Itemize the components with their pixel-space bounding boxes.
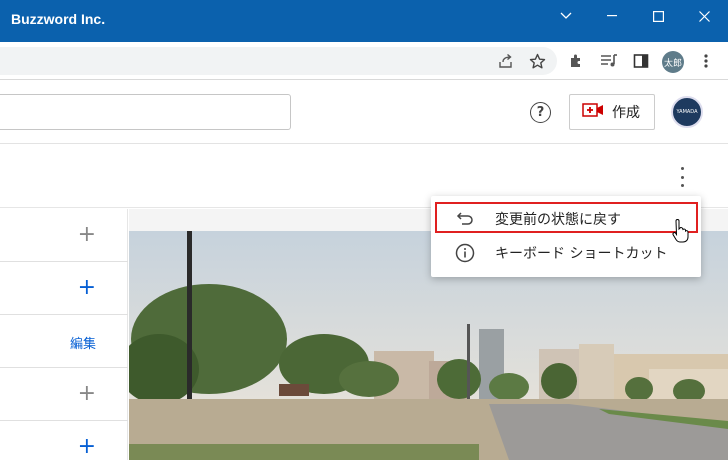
info-icon (455, 243, 475, 263)
address-bar[interactable] (0, 47, 557, 75)
maximize-button[interactable] (635, 0, 681, 32)
add-icon[interactable]: + (78, 436, 96, 458)
hand-cursor-icon (671, 219, 689, 247)
profile-avatar[interactable]: 太郎 (662, 51, 684, 73)
avatar-label: YAMADA (676, 109, 698, 115)
add-icon[interactable]: + (78, 224, 96, 246)
create-label: 作成 (612, 105, 640, 121)
menu-item-shortcuts[interactable]: キーボード ショートカット (431, 236, 701, 270)
sidepanel-icon[interactable] (631, 51, 651, 71)
list-item: + (0, 209, 128, 262)
create-button[interactable]: 作成 (569, 94, 655, 130)
editor-panel-list: + + 編集 + + (0, 209, 128, 460)
list-item: + (0, 421, 128, 474)
highlight-box (435, 202, 698, 233)
chevron-down-icon[interactable] (543, 0, 589, 32)
minimize-button[interactable] (589, 0, 635, 32)
more-icon[interactable] (696, 51, 716, 71)
browser-toolbar: 太郎 (0, 42, 728, 80)
search-input[interactable] (0, 94, 291, 130)
channel-avatar[interactable]: YAMADA (671, 96, 703, 128)
close-button[interactable] (681, 0, 727, 32)
media-icon[interactable] (599, 51, 619, 71)
add-icon[interactable]: + (78, 383, 96, 405)
share-icon[interactable] (496, 51, 516, 71)
add-icon[interactable]: + (78, 277, 96, 299)
list-item: + (0, 368, 128, 421)
title-bar: Buzzword Inc. (0, 0, 728, 42)
list-item: + (0, 262, 128, 315)
menu-item-label: キーボード ショートカット (495, 246, 668, 262)
create-video-icon (582, 102, 604, 122)
star-icon[interactable] (527, 51, 547, 71)
edit-link[interactable]: 編集 (70, 333, 96, 352)
help-icon[interactable]: ? (530, 102, 551, 123)
more-options-icon[interactable] (674, 167, 690, 187)
extensions-icon[interactable] (566, 51, 586, 71)
list-item: 編集 (0, 315, 128, 368)
window-title: Buzzword Inc. (11, 11, 106, 27)
app-header: ? 作成 YAMADA (0, 80, 728, 144)
